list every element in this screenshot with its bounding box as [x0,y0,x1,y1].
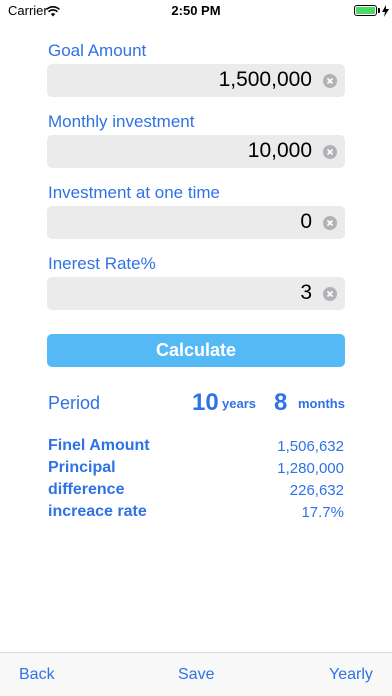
status-time: 2:50 PM [171,3,221,18]
difference-label: difference [48,481,125,498]
increase-rate-label: increace rate [48,503,147,520]
increase-rate-value: 17.7% [301,504,344,521]
principal-label: Principal [48,459,116,476]
status-bar: Carrier 2:50 PM [0,0,392,22]
final-amount-row: Finel Amount 1,506,632 [48,437,344,457]
difference-value: 226,632 [289,482,344,499]
one-time-investment-label: Investment at one time [48,183,220,202]
clear-icon[interactable] [323,74,337,88]
final-amount-label: Finel Amount [48,437,150,454]
principal-value: 1,280,000 [277,460,344,477]
battery-icon [354,5,377,16]
period-months-value: 8 [274,389,288,416]
period-years-value: 10 [192,389,219,416]
increase-rate-row: increace rate 17.7% [48,503,344,523]
goal-amount-value: 1,500,000 [218,68,312,91]
save-button[interactable]: Save [178,666,214,684]
final-amount-value: 1,506,632 [277,438,344,455]
difference-row: difference 226,632 [48,481,344,501]
period-label: Period [48,393,101,413]
yearly-button[interactable]: Yearly [329,666,373,684]
principal-row: Principal 1,280,000 [48,459,344,479]
monthly-investment-field[interactable]: 10,000 [47,135,345,168]
battery-nub [378,8,380,13]
clear-icon[interactable] [323,216,337,230]
goal-amount-field[interactable]: 1,500,000 [47,64,345,97]
clear-icon[interactable] [323,145,337,159]
clear-icon[interactable] [323,287,337,301]
interest-rate-field[interactable]: 3 [47,277,345,310]
bottom-toolbar: Back Save Yearly [0,652,392,696]
monthly-investment-value: 10,000 [247,139,312,162]
monthly-investment-label: Monthly investment [48,112,195,131]
interest-rate-value: 3 [300,281,312,304]
period-years-unit: years [222,396,256,411]
one-time-investment-field[interactable]: 0 [47,206,345,239]
one-time-investment-value: 0 [300,210,312,233]
calculate-button[interactable]: Calculate [47,334,345,367]
charging-bolt-icon [382,4,389,22]
back-button[interactable]: Back [19,666,55,684]
interest-rate-label: Inerest Rate% [48,254,156,273]
period-months-unit: months [298,396,345,411]
goal-amount-label: Goal Amount [48,41,147,60]
